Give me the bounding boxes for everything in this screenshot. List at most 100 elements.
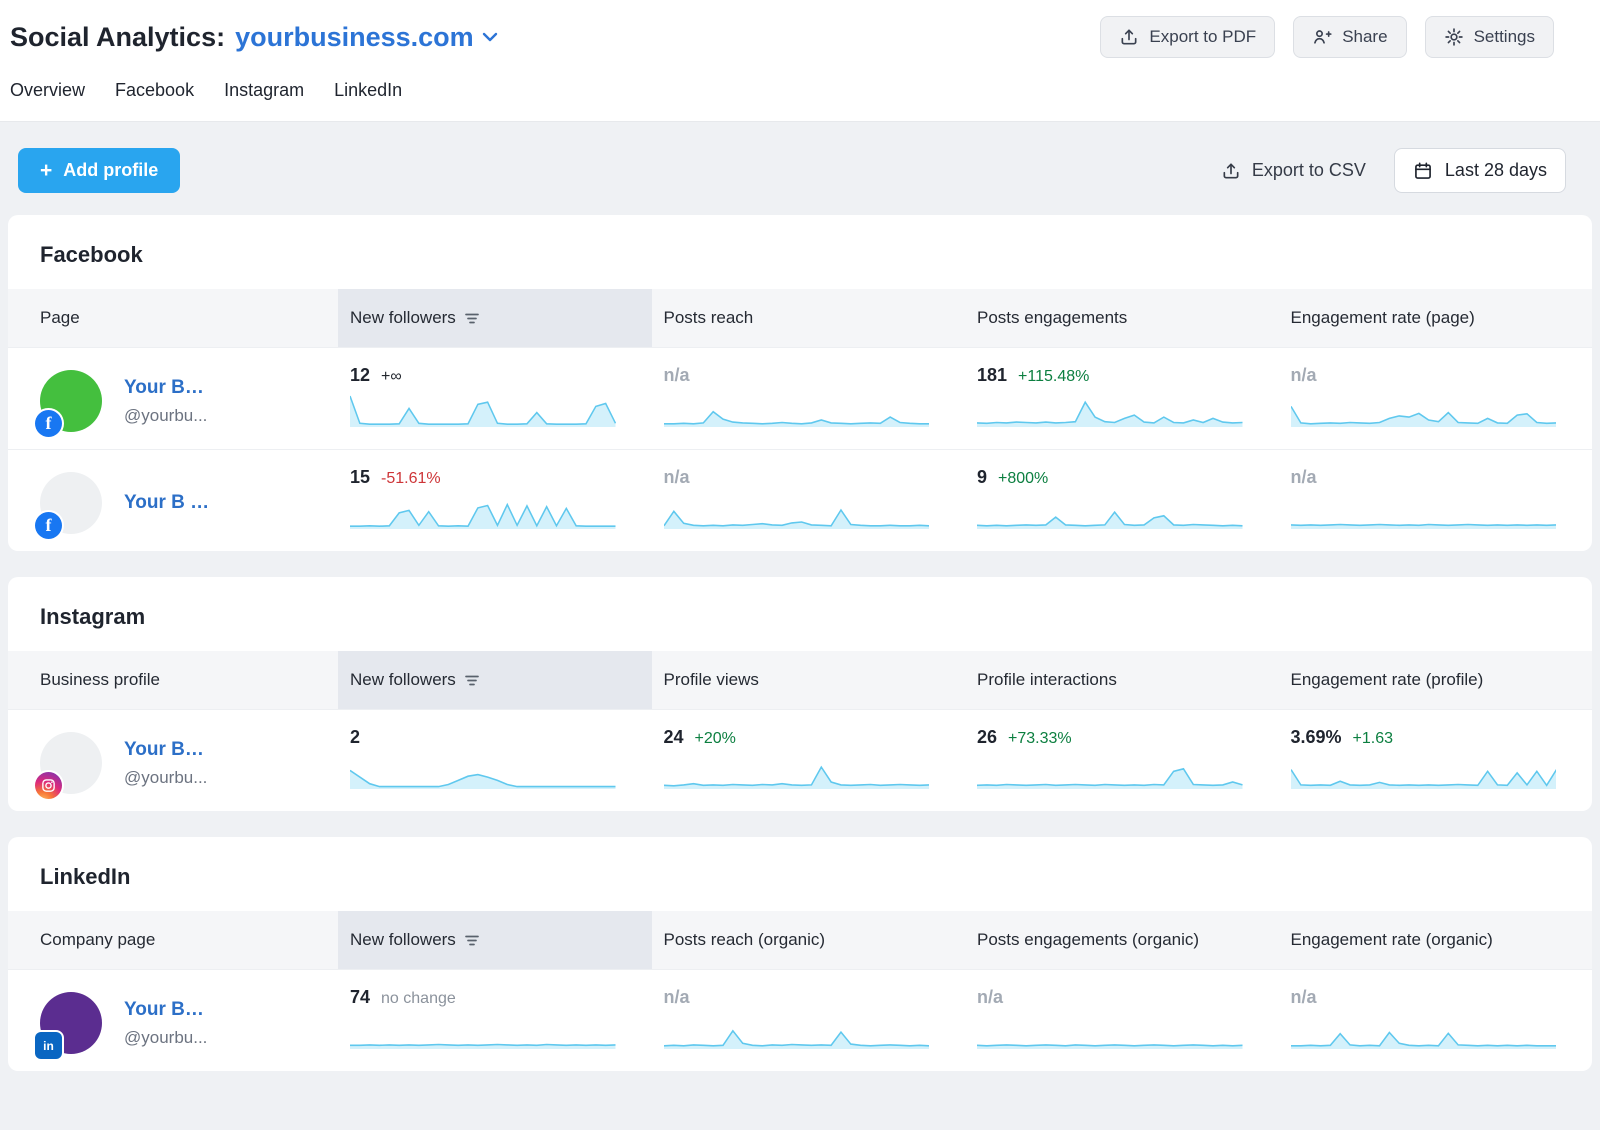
page-title-text: Social Analytics:: [10, 22, 225, 53]
facebook-badge-icon: f: [35, 512, 62, 539]
sparkline-chart: [350, 393, 616, 427]
settings-label: Settings: [1474, 27, 1535, 47]
table-header-row: Business profile New followers Profile vie…: [8, 651, 1592, 709]
export-icon: [1119, 27, 1139, 47]
column-header[interactable]: Engagement rate (profile): [1279, 651, 1593, 709]
tab-overview[interactable]: Overview: [10, 80, 85, 101]
metric-cell: n/a: [965, 970, 1279, 1071]
metric-change: +1.63: [1353, 730, 1393, 748]
column-header[interactable]: Profile views: [652, 651, 966, 709]
metric-value: n/a: [664, 987, 690, 1008]
linkedin-badge-icon: in: [35, 1032, 62, 1059]
table-header-row: Company page New followers Posts reach (or…: [8, 911, 1592, 969]
metric-value: n/a: [664, 467, 690, 488]
table-header-row: Page New followers Posts reach Posts engage…: [8, 289, 1592, 347]
metric-cell: 74 no change: [338, 970, 652, 1071]
settings-button[interactable]: Settings: [1425, 16, 1554, 58]
profile-row: inYour B…@yourbu...74no changen/an/an/a: [8, 969, 1592, 1071]
domain-selector[interactable]: yourbusiness.com: [235, 22, 498, 53]
tabs: Overview Facebook Instagram LinkedIn: [0, 66, 1600, 122]
calendar-icon: [1413, 161, 1433, 181]
export-csv-button[interactable]: Export to CSV: [1221, 160, 1366, 181]
export-pdf-button[interactable]: Export to PDF: [1100, 16, 1275, 58]
column-header[interactable]: New followers: [338, 651, 652, 709]
tab-linkedin[interactable]: LinkedIn: [334, 80, 402, 101]
metric-change: no change: [381, 990, 456, 1008]
profile-handle: @yourbu...: [124, 406, 207, 426]
column-header[interactable]: Engagement rate (organic): [1279, 911, 1593, 969]
chevron-down-icon: [482, 32, 498, 42]
column-header[interactable]: Posts engagements (organic): [965, 911, 1279, 969]
column-header-label: New followers: [350, 670, 456, 690]
metric-cell: n/a: [1279, 450, 1593, 551]
column-header[interactable]: Company page: [8, 911, 338, 969]
profile-avatar: in: [40, 992, 102, 1054]
date-range-label: Last 28 days: [1445, 160, 1547, 181]
date-range-button[interactable]: Last 28 days: [1394, 148, 1566, 193]
column-header-label: Company page: [40, 930, 155, 950]
profile-cell: Your B…@yourbu...: [8, 710, 338, 811]
column-header-label: Business profile: [40, 670, 160, 690]
column-header-label: Posts reach (organic): [664, 930, 826, 950]
sparkline-chart: [977, 755, 1243, 789]
metric-cell: 3.69% +1.63: [1279, 710, 1593, 811]
section-title: Instagram: [8, 577, 1592, 651]
add-profile-button[interactable]: + Add profile: [18, 148, 180, 193]
column-header[interactable]: Engagement rate (page): [1279, 289, 1593, 347]
sparkline-chart: [664, 393, 930, 427]
column-header-label: Posts engagements: [977, 308, 1127, 328]
facebook-badge-icon: f: [35, 410, 62, 437]
column-header[interactable]: Business profile: [8, 651, 338, 709]
sparkline-chart: [350, 495, 616, 529]
metric-change: +∞: [381, 368, 402, 386]
metric-cell: 24+20%: [652, 710, 966, 811]
column-header[interactable]: Posts reach (organic): [652, 911, 966, 969]
column-header-label: New followers: [350, 308, 456, 328]
export-pdf-label: Export to PDF: [1149, 27, 1256, 47]
metric-value: 74: [350, 987, 370, 1008]
facebook-section: FacebookPageNew followersPosts reachPost…: [8, 215, 1592, 551]
sparkline-chart: [977, 495, 1243, 529]
metric-cell: 9+800%: [965, 450, 1279, 551]
column-header[interactable]: Profile interactions: [965, 651, 1279, 709]
column-header-label: Engagement rate (page): [1291, 308, 1475, 328]
metric-value: n/a: [1291, 987, 1317, 1008]
sort-icon: [465, 675, 480, 686]
profile-name-link[interactable]: Your B …: [124, 492, 209, 514]
column-header[interactable]: New followers: [338, 289, 652, 347]
tab-instagram[interactable]: Instagram: [224, 80, 304, 101]
column-header-label: New followers: [350, 930, 456, 950]
metric-cell: n/a: [652, 450, 966, 551]
column-header[interactable]: Page: [8, 289, 338, 347]
column-header[interactable]: Posts reach: [652, 289, 966, 347]
metric-value: 3.69%: [1291, 727, 1342, 748]
column-header-label: Page: [40, 308, 80, 328]
instagram-section: Instagram Business profile New followers Pr…: [8, 577, 1592, 811]
metric-change: +20%: [695, 730, 736, 748]
profile-name-link[interactable]: Your B…: [124, 739, 207, 761]
metric-value: n/a: [1291, 467, 1317, 488]
metric-value: 15: [350, 467, 370, 488]
instagram-badge-icon: [35, 772, 62, 799]
column-header[interactable]: New followers: [338, 911, 652, 969]
column-header[interactable]: Posts engagements: [965, 289, 1279, 347]
metric-value: n/a: [977, 987, 1003, 1008]
toolbar: + Add profile Export to CSV Last 28 days: [8, 148, 1592, 193]
sparkline-chart: [664, 755, 930, 789]
metric-cell: n/a: [652, 348, 966, 449]
top-bar: Social Analytics: yourbusiness.com Expor…: [0, 0, 1600, 66]
column-header-label: Profile views: [664, 670, 759, 690]
sparkline-chart: [664, 495, 930, 529]
metric-value: 2: [350, 727, 360, 748]
profile-name-link[interactable]: Your B…: [124, 377, 207, 399]
tab-facebook[interactable]: Facebook: [115, 80, 194, 101]
export-icon: [1221, 161, 1241, 181]
profile-name-link[interactable]: Your B…: [124, 999, 207, 1021]
share-button[interactable]: Share: [1293, 16, 1406, 58]
metric-cell: n/a: [652, 970, 966, 1071]
metric-cell: 26+73.33%: [965, 710, 1279, 811]
content: + Add profile Export to CSV Last 28 days…: [0, 148, 1600, 1071]
sparkline-chart: [350, 755, 616, 789]
linkedin-section: LinkedInCompany pageNew followersPosts r…: [8, 837, 1592, 1071]
metric-cell: n/a: [1279, 348, 1593, 449]
